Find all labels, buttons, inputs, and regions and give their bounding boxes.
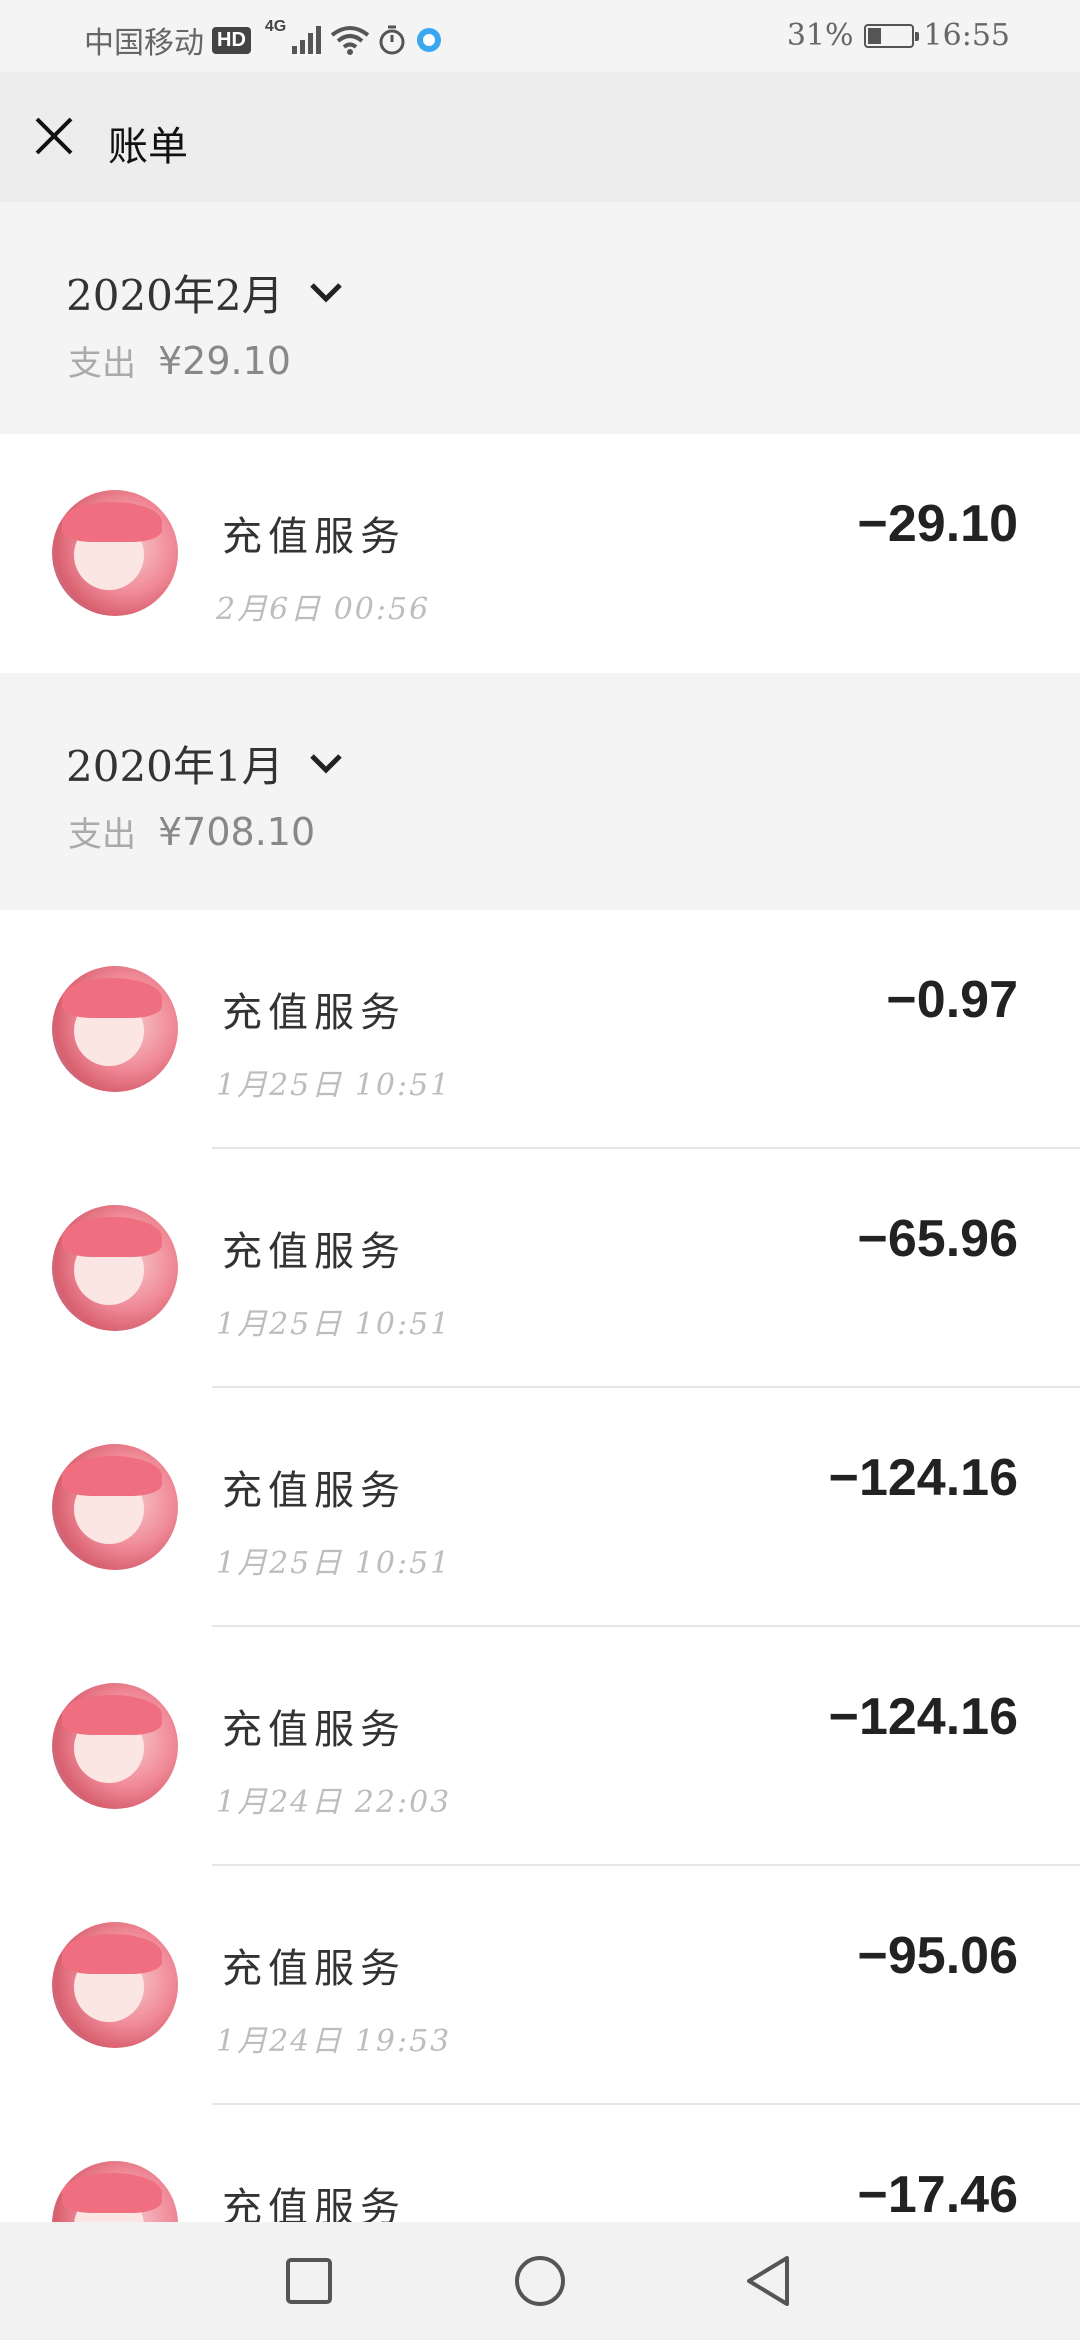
transaction-time: 1月25日 10:51 [216, 1068, 452, 1103]
transaction-list: 充值服务 2月6日 00:56 −29.10 [0, 434, 1080, 673]
recent-apps-button[interactable] [276, 2248, 342, 2314]
transaction-row[interactable]: 充值服务 1月25日 10:51 −0.97 [0, 910, 1080, 1149]
status-left: 中国移动 HD 4G [84, 18, 444, 62]
transaction-desc: 充值服务 [222, 990, 406, 1036]
status-right: 31% 16:55 [787, 18, 1010, 53]
avatar [52, 1444, 178, 1570]
triangle-back-icon [747, 2256, 789, 2306]
transaction-list: 充值服务 1月25日 10:51 −0.97 充值服务 1月25日 10:51 … [0, 910, 1080, 2344]
spend-amount: ¥708.10 [158, 809, 316, 854]
month-spend: 支出 ¥29.10 [68, 336, 291, 385]
transaction-time: 1月24日 22:03 [216, 1785, 452, 1820]
month-header: 2020年2月 支出 ¥29.10 [0, 202, 1080, 434]
month-spend: 支出 ¥708.10 [68, 807, 315, 856]
transaction-desc: 充值服务 [222, 1707, 406, 1753]
square-icon [286, 2258, 332, 2304]
transaction-row[interactable]: 充值服务 1月24日 19:53 −95.06 [0, 1866, 1080, 2105]
spend-label: 支出 [68, 344, 136, 384]
spend-amount: ¥29.10 [158, 338, 291, 383]
browser-icon [417, 28, 442, 52]
transaction-amount: −17.46 [857, 2166, 1019, 2224]
transaction-desc: 充值服务 [222, 1229, 406, 1275]
avatar [52, 1205, 178, 1331]
transaction-time: 2月6日 00:56 [216, 592, 431, 627]
transaction-amount: −29.10 [857, 495, 1019, 553]
close-icon [35, 117, 73, 155]
chevron-down-icon [309, 753, 342, 774]
system-nav-bar [0, 2222, 1080, 2340]
avatar [52, 1922, 178, 2048]
page-title: 账单 [108, 124, 188, 170]
transaction-amount: −124.16 [828, 1688, 1018, 1746]
avatar [52, 966, 178, 1092]
transaction-desc: 充值服务 [222, 1946, 406, 1992]
battery-icon [863, 23, 919, 48]
circle-icon [515, 2256, 565, 2306]
transaction-time: 1月25日 10:51 [216, 1307, 452, 1342]
avatar [52, 1683, 178, 1809]
status-bar: 中国移动 HD 4G 31% 16:55 [0, 0, 1080, 72]
signal-icon [292, 26, 322, 54]
home-button[interactable] [507, 2248, 573, 2314]
wifi-icon [331, 26, 370, 55]
month-selector[interactable]: 2020年1月 [66, 733, 344, 794]
transaction-row[interactable]: 充值服务 1月24日 22:03 −124.16 [0, 1627, 1080, 1866]
transaction-row[interactable]: 充值服务 2月6日 00:56 −29.10 [0, 434, 1080, 673]
hd-badge: HD [212, 26, 251, 54]
month-title: 2020年2月 [66, 271, 284, 320]
transaction-row[interactable]: 充值服务 1月25日 10:51 −124.16 [0, 1388, 1080, 1627]
timer-icon [379, 25, 405, 55]
transaction-amount: −95.06 [857, 1927, 1019, 1985]
back-button[interactable] [735, 2248, 801, 2314]
transaction-amount: −0.97 [886, 971, 1018, 1029]
network-label: 4G [264, 18, 287, 35]
transaction-time: 1月25日 10:51 [216, 1546, 452, 1581]
month-selector[interactable]: 2020年2月 [66, 262, 344, 323]
carrier-label: 中国移动 [84, 26, 204, 61]
close-button[interactable] [26, 108, 82, 164]
avatar [52, 490, 178, 616]
transaction-time: 1月24日 19:53 [216, 2024, 452, 2059]
chevron-down-icon [309, 282, 342, 303]
transaction-desc: 充值服务 [222, 1468, 406, 1514]
battery-level [867, 27, 881, 44]
month-title: 2020年1月 [66, 742, 284, 791]
month-header: 2020年1月 支出 ¥708.10 [0, 673, 1080, 905]
spend-label: 支出 [68, 815, 136, 855]
transaction-desc: 充值服务 [222, 514, 406, 560]
transaction-amount: −124.16 [828, 1449, 1018, 1507]
header-bar: 账单 [0, 72, 1080, 202]
battery-percent: 31% [786, 18, 854, 53]
transaction-row[interactable]: 充值服务 1月25日 10:51 −65.96 [0, 1149, 1080, 1388]
clock: 16:55 [923, 18, 1010, 53]
transaction-amount: −65.96 [857, 1210, 1019, 1268]
